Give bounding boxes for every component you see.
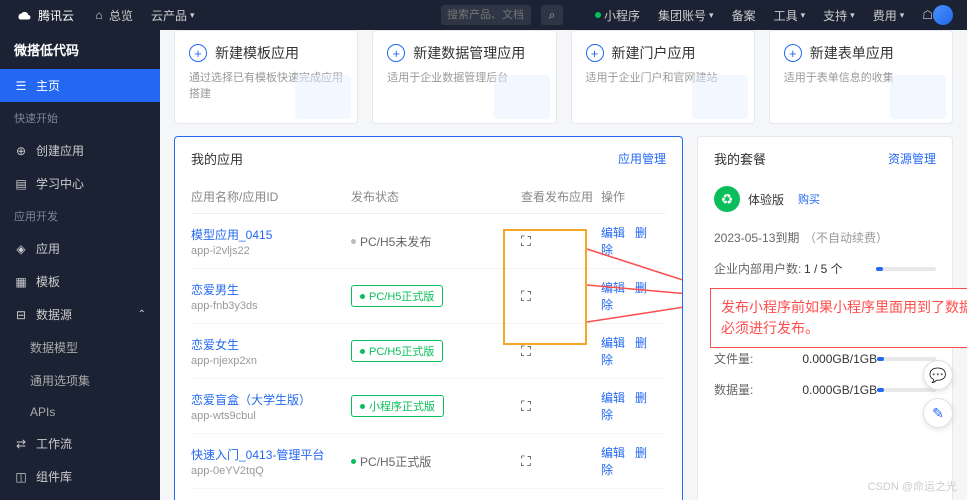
component-icon: ◫ [14, 470, 28, 484]
edit-link[interactable]: 编辑 [601, 336, 625, 350]
progress-bar [876, 267, 936, 271]
edit-link[interactable]: 编辑 [601, 281, 625, 295]
template-card[interactable]: +新建数据管理应用 适用于企业数据管理后台 [372, 30, 556, 124]
search-icon: ⌕ [549, 8, 556, 23]
main-content: +新建模板应用 通过选择已有模板快速完成应用搭建 +新建数据管理应用 适用于企业… [160, 30, 967, 500]
progress-bar [877, 388, 936, 392]
app-name-link[interactable]: 模型应用_0415 [191, 226, 351, 243]
status-dot-icon [595, 12, 601, 18]
flow-icon: ⇄ [14, 437, 28, 451]
table-row: 模型应用_0415app-i2vljs22 PC/H5未发布 ⛶ 编辑删除 [191, 214, 666, 269]
search-input[interactable] [447, 9, 525, 21]
search-button[interactable]: ⌕ [541, 5, 563, 25]
sidebar-apis[interactable]: APIs [0, 397, 160, 427]
avatar[interactable] [933, 5, 953, 25]
expire-label: 2023-05-13到期 [714, 229, 804, 246]
plus-circle-icon: + [586, 44, 604, 62]
sidebar-datamodel[interactable]: 数据模型 [0, 331, 160, 364]
sidebar-datasource[interactable]: ⊟数据源⌃ [0, 298, 160, 331]
app-icon: ◈ [14, 242, 28, 256]
table-row: 恋爱男生app-fnb3y3ds PC/H5正式版 ⛶ 编辑删除 [191, 269, 666, 324]
sidebar-workflow[interactable]: ⇄工作流 [0, 427, 160, 460]
watermark: CSDN @命运之光 [868, 478, 957, 494]
template-row: +新建模板应用 通过选择已有模板快速完成应用搭建 +新建数据管理应用 适用于企业… [160, 30, 967, 124]
chevron-up-icon: ⌃ [138, 309, 146, 320]
sidebar: 微搭低代码 ☰主页 快速开始 ⊕创建应用 ▤学习中心 应用开发 ◈应用 ▦模板 … [0, 30, 160, 500]
nav-beian[interactable]: 备案 [732, 7, 756, 24]
app-name-link[interactable]: 恋爱男生 [191, 281, 351, 298]
nav-cost[interactable]: 费用▾ [873, 7, 905, 24]
plus-circle-icon: + [189, 44, 207, 62]
plan-name: 体验版 [748, 191, 784, 208]
book-icon: ▤ [14, 177, 28, 191]
sidebar-templates[interactable]: ▦模板 [0, 265, 160, 298]
qr-icon[interactable]: ⛶ [521, 398, 531, 414]
plus-icon: ⊕ [14, 144, 28, 158]
plus-circle-icon: + [784, 44, 802, 62]
float-feedback-button[interactable]: ✎ [923, 398, 953, 428]
buy-link[interactable]: 购买 [798, 191, 820, 207]
qr-icon[interactable]: ⛶ [521, 233, 531, 249]
nav-tools[interactable]: 工具▾ [774, 7, 806, 24]
table-header: 应用名称/应用ID 发布状态 查看发布应用 操作 [191, 180, 666, 214]
chat-icon: 💬 [929, 367, 946, 384]
edit-link[interactable]: 编辑 [601, 446, 625, 460]
search-box[interactable] [441, 5, 531, 25]
nav-support[interactable]: 支持▾ [823, 7, 855, 24]
sidebar-home[interactable]: ☰主页 [0, 69, 160, 102]
nav-products[interactable]: 云产品▾ [151, 7, 195, 24]
table-row: 快速入门_0413-管理平台app-0eYV2tqQ PC/H5正式版 ⛶ 编辑… [191, 434, 666, 489]
sidebar-group-admin: 管理中心 [0, 493, 160, 500]
app-name-link[interactable]: 恋爱盲盒（大学生版） [191, 391, 351, 408]
edit-link[interactable]: 编辑 [601, 391, 625, 405]
panel-title: 我的套餐 [714, 149, 766, 168]
qr-icon[interactable]: ⛶ [521, 343, 531, 359]
edit-link[interactable]: 编辑 [601, 226, 625, 240]
qr-icon[interactable]: ⛶ [521, 453, 531, 469]
nav-group[interactable]: 集团账号▾ [658, 7, 714, 24]
template-icon: ▦ [14, 275, 28, 289]
resource-manage-link[interactable]: 资源管理 [888, 150, 936, 167]
nav-miniprogram[interactable]: 小程序 [595, 7, 640, 24]
nav-overview[interactable]: ⌂总览 [92, 7, 133, 24]
sidebar-optionset[interactable]: 通用选项集 [0, 364, 160, 397]
sidebar-create[interactable]: ⊕创建应用 [0, 134, 160, 167]
app-name-link[interactable]: 快速入门_0413-管理平台 [191, 446, 351, 463]
panel-title: 我的应用 [191, 149, 243, 168]
database-icon: ⊟ [14, 308, 28, 322]
app-manage-link[interactable]: 应用管理 [618, 150, 666, 167]
float-chat-button[interactable]: 💬 [923, 360, 953, 390]
sidebar-title: 微搭低代码 [0, 30, 160, 69]
package-icon: ♻ [714, 186, 740, 212]
plus-circle-icon: + [387, 44, 405, 62]
sidebar-components[interactable]: ◫组件库 [0, 460, 160, 493]
top-nav: 腾讯云 ⌂总览 云产品▾ ⌕ 小程序 集团账号▾ 备案 工具▾ 支持▾ 费用▾ … [0, 0, 967, 30]
sidebar-apps[interactable]: ◈应用 [0, 232, 160, 265]
sidebar-learn[interactable]: ▤学习中心 [0, 167, 160, 200]
nav-notify[interactable]: ☖ [922, 8, 933, 22]
my-apps-panel: 我的应用 应用管理 应用名称/应用ID 发布状态 查看发布应用 操作 模型应用_… [174, 136, 683, 500]
sidebar-group-dev: 应用开发 [0, 200, 160, 232]
bell-icon: ☖ [922, 8, 933, 22]
cloud-logo-icon [14, 6, 32, 24]
template-card[interactable]: +新建模板应用 通过选择已有模板快速完成应用搭建 [174, 30, 358, 124]
brand[interactable]: 腾讯云 [14, 6, 74, 24]
progress-bar [877, 357, 936, 361]
table-row: 恋爱女生app-njexp2xn PC/H5正式版 ⛶ 编辑删除 [191, 324, 666, 379]
list-icon: ☰ [14, 79, 28, 93]
expire-note: （不自动续费） [804, 229, 888, 246]
sidebar-group-quickstart: 快速开始 [0, 102, 160, 134]
home-icon: ⌂ [92, 8, 106, 22]
table-row: 恋爱盲盒（大学生版）app-wts9cbul 小程序正式版 ⛶ 编辑删除 [191, 379, 666, 434]
template-card[interactable]: +新建门户应用 适用于企业门户和官网建站 [571, 30, 755, 124]
app-name-link[interactable]: 恋爱女生 [191, 336, 351, 353]
edit-icon: ✎ [932, 405, 944, 422]
annotation-callout: 发布小程序前如果小程序里面用到了数据库，那么数据库也必须进行发布。 [710, 288, 967, 348]
chevron-down-icon: ▾ [190, 10, 195, 21]
qr-icon[interactable]: ⛶ [521, 288, 531, 304]
template-card[interactable]: +新建表单应用 适用于表单信息的收集 [769, 30, 953, 124]
